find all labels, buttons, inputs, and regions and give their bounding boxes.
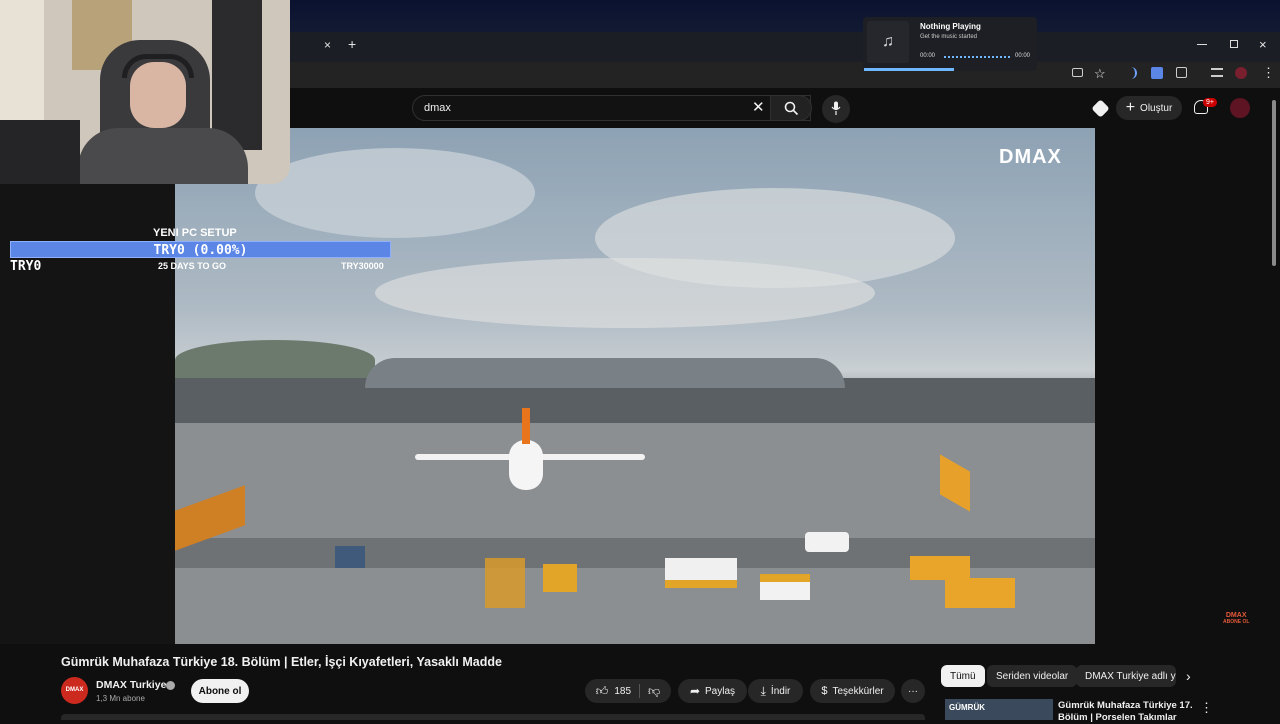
cast-icon[interactable] — [1072, 68, 1083, 77]
restore-icon[interactable] — [1230, 40, 1238, 48]
profile-avatar-icon[interactable] — [1235, 67, 1247, 79]
headphones — [122, 54, 194, 78]
subscribe-corner-logo[interactable]: DMAX ABONE OL — [1223, 612, 1249, 625]
share-label: Paylaş — [705, 685, 736, 697]
chip-channel[interactable]: DMAX Turkiye adlı yü — [1076, 665, 1176, 687]
airplane-body — [509, 440, 543, 490]
browser-menu-icon[interactable]: ⋮ — [1262, 65, 1275, 81]
subscriber-count: 1,3 Mn abone — [96, 694, 145, 703]
door — [212, 0, 262, 150]
recommended-title-line2: Bölüm | Porselen Takımlar — [1058, 712, 1177, 723]
goal-progress-text: TRY0 (0.00%) — [153, 243, 248, 258]
channel-avatar[interactable]: DMAX — [61, 677, 88, 704]
cloud — [255, 148, 535, 238]
divider — [639, 684, 641, 698]
download-button[interactable]: ⤓ İndir — [748, 679, 803, 703]
video-title: Gümrük Muhafaza Türkiye 18. Bölüm | Etle… — [61, 655, 502, 669]
create-button[interactable]: + Oluştur — [1116, 96, 1182, 120]
desk-area — [0, 120, 80, 184]
media-playbar — [864, 68, 954, 71]
video-player[interactable]: DMAX — [175, 128, 1095, 644]
media-time-start: 00:00 — [920, 53, 936, 59]
new-tab-button[interactable]: + — [348, 36, 356, 52]
tab-strip-background — [290, 0, 1280, 32]
goal-target-amount: TRY30000 — [341, 261, 384, 271]
thumbs-down-icon[interactable]: 👎︎ — [648, 684, 660, 699]
streamer-shirt — [78, 128, 248, 184]
voice-search-button[interactable] — [822, 95, 850, 123]
share-button[interactable]: ➦ Paylaş — [678, 679, 747, 703]
search-query: dmax — [424, 102, 451, 114]
vehicle — [910, 556, 970, 580]
vehicle — [543, 564, 577, 592]
cloud — [375, 258, 875, 328]
more-actions-button[interactable]: ··· — [901, 679, 925, 703]
vehicle — [760, 574, 810, 600]
microphone-icon — [831, 101, 841, 115]
goal-days-left: 25 DAYS TO GO — [158, 261, 227, 271]
page-scrollbar[interactable] — [1272, 100, 1276, 266]
media-title: Nothing Playing — [920, 22, 981, 31]
close-tab-icon[interactable]: × — [324, 38, 331, 52]
hills — [175, 340, 375, 380]
subscribe-button[interactable]: Abone ol — [191, 679, 249, 703]
music-note-icon: ♫ — [867, 21, 909, 63]
clear-search-icon[interactable]: ✕ — [752, 100, 765, 115]
tab-strip — [290, 32, 1280, 62]
create-label: Oluştur — [1140, 102, 1173, 114]
media-progress[interactable] — [944, 56, 1010, 58]
thumbs-up-icon[interactable]: 👍︎ — [596, 684, 609, 699]
share-icon: ➦ — [689, 684, 701, 698]
download-label: İndir — [770, 685, 791, 697]
thanks-icon: $ — [821, 685, 828, 697]
terminal-roof — [365, 358, 845, 388]
chip-all[interactable]: Tümü — [941, 665, 985, 687]
search-icon — [784, 101, 799, 116]
vehicle — [485, 558, 525, 608]
extensions-icon[interactable] — [1176, 67, 1187, 78]
minimize-icon[interactable] — [1197, 44, 1207, 45]
flag — [0, 0, 44, 120]
verified-icon — [166, 681, 175, 690]
channel-name[interactable]: DMAX Turkiye — [96, 679, 166, 691]
notification-badge: 9+ — [1203, 98, 1217, 107]
corner-logo-text: DMAX — [1225, 612, 1247, 619]
description-box[interactable] — [61, 714, 925, 720]
chip-series[interactable]: Seriden videolar — [987, 665, 1078, 687]
recommended-thumbnail[interactable]: GÜMRÜK — [945, 699, 1053, 720]
recommended-title-line1: Gümrük Muhafaza Türkiye 17. — [1058, 700, 1193, 711]
plus-icon: + — [1125, 99, 1136, 116]
download-icon: ⤓ — [760, 683, 766, 698]
media-subtitle: Get the music started — [920, 34, 978, 40]
vehicle — [805, 532, 849, 552]
airplane-tail — [522, 408, 530, 444]
recommended-menu-icon[interactable]: ⋮ — [1200, 700, 1213, 716]
media-widget: ♫ Nothing Playing Get the music started … — [863, 17, 1037, 71]
vehicle — [335, 546, 365, 568]
media-time-end: 00:00 — [1015, 53, 1031, 59]
thanks-button[interactable]: $ Teşekkürler — [810, 679, 895, 703]
thanks-label: Teşekkürler — [832, 685, 884, 697]
like-count: 185 — [614, 685, 632, 697]
account-avatar[interactable] — [1230, 98, 1250, 118]
translate-extension-icon[interactable] — [1151, 67, 1163, 79]
close-window-icon[interactable]: × — [1259, 37, 1267, 52]
corner-logo-subtext: ABONE OL — [1223, 619, 1250, 625]
goal-title: YENI PC SETUP — [153, 227, 237, 239]
webcam-feed — [0, 0, 290, 184]
chevron-right-icon[interactable]: › — [1186, 669, 1191, 683]
player-side-area — [1095, 128, 1270, 644]
bookmark-star-icon[interactable]: ☆ — [1094, 66, 1106, 82]
channel-watermark: DMAX — [999, 146, 1062, 168]
vehicle — [945, 578, 1015, 608]
vehicle — [665, 558, 737, 588]
media-control-icon[interactable] — [1211, 68, 1223, 77]
like-dislike-group: 👍︎ 185 👎︎ — [585, 679, 671, 703]
goal-current-amount: TRY0 — [10, 259, 42, 274]
recommended-title[interactable]: Gümrük Muhafaza Türkiye 17. Bölüm | Pors… — [1058, 700, 1193, 724]
search-button[interactable] — [770, 95, 812, 121]
